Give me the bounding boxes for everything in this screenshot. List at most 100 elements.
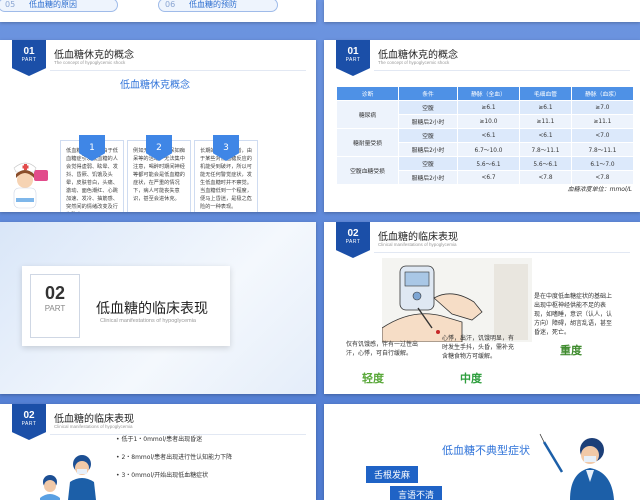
- slide-title: 低血糖的临床表现: [378, 232, 458, 243]
- unit-note: 血糖浓度单位：mmol/L: [567, 186, 632, 193]
- part-number: 02: [23, 410, 35, 421]
- severe-label: 重度: [560, 344, 582, 357]
- table-cell: 空腹: [398, 156, 458, 171]
- section-subtitle: Clinical manifestations of hypoglycemia: [100, 318, 196, 324]
- table-cell: ≥10.0: [456, 114, 521, 129]
- toc-pill-label: 低血糖的原因: [29, 0, 77, 9]
- symptom-tag: 舌根发麻: [366, 466, 419, 483]
- table-header-cell: 静脉（全血）: [456, 86, 521, 101]
- section-part-label: PART: [44, 304, 66, 313]
- mild-label: 轻度: [362, 372, 384, 385]
- table-header-cell: 毛细血管: [519, 86, 572, 101]
- table-header-cell: 诊断: [335, 86, 400, 101]
- table-cell: 糖耐量受损: [335, 128, 400, 157]
- table-cell: <7.8: [570, 170, 635, 185]
- slide-diagnosis-table[interactable]: 01 PART 低血糖休克的概念 The concept of hypoglyc…: [324, 40, 640, 212]
- part-label: PART: [21, 421, 37, 427]
- toc-pill-label: 低血糖的预防: [189, 0, 237, 9]
- part-tag: 02 PART: [12, 404, 46, 440]
- moderate-description: 心悸，出汗，饥饿明显，有时发生手抖，头昏，需补充含糖食物方可缓解。: [442, 335, 515, 360]
- table-cell: 服糖后2小时: [398, 142, 458, 157]
- table-cell: 5.6～6.1: [519, 156, 572, 171]
- toc-pill-06[interactable]: 06 低血糖的预防: [158, 0, 278, 12]
- symptom-tag: 言语不清: [390, 486, 443, 500]
- part-number: 01: [347, 46, 359, 57]
- table-cell: 5.6～6.1: [456, 156, 521, 171]
- table-cell: ≥7.0: [570, 100, 635, 115]
- level-item: • 3・0mmol/开始出现低血糖症状: [116, 472, 209, 479]
- table-cell: <6.7: [456, 170, 521, 185]
- part-tag: 01 PART: [336, 40, 370, 76]
- part-tag: 02 PART: [336, 222, 370, 258]
- part-label: PART: [345, 57, 361, 63]
- header-divider: [50, 70, 306, 71]
- table-cell: ≥6.1: [456, 100, 521, 115]
- table-cell: 服糖后2小时: [398, 114, 458, 129]
- part-label: PART: [21, 57, 37, 63]
- part-label: PART: [345, 239, 361, 245]
- nurse-with-syringe-illustration: [539, 433, 614, 500]
- slide-subtitle: Clinical manifestations of hypoglycemia: [378, 242, 457, 247]
- table-cell: <6.1: [456, 128, 521, 143]
- slide-title: 低血糖的临床表现: [54, 414, 134, 425]
- table-header-cell: 静脉（血浆）: [570, 86, 635, 101]
- mild-description: 仅有饥饿感，伴有一过性出汗，心悸，可自行缓解。: [346, 341, 419, 357]
- moderate-label: 中度: [460, 372, 482, 385]
- table-header-row: 诊断 条件 静脉（全血） 毛细血管 静脉（血浆）: [335, 86, 635, 101]
- nurse-illustration: [13, 162, 48, 209]
- level-item-text: 2・8mmol/患者出现进行性认知能力下降: [121, 454, 233, 461]
- table-row: 糖耐量受损 空腹 <6.1 <6.1 <7.0: [335, 128, 635, 157]
- level-item: • 2・8mmol/患者出现进行性认知能力下降: [116, 454, 233, 461]
- slide-subtitle: Clinical manifestations of hypoglycemia: [54, 424, 133, 429]
- slide-glucose-levels[interactable]: 02 PART 低血糖的临床表现 Clinical manifestations…: [0, 404, 316, 500]
- toc-pill-number: 05: [5, 0, 16, 9]
- level-list: • 低于1・0mmol/患者出现昏迷 • 2・8mmol/患者出现进行性认知能力…: [116, 434, 232, 488]
- toc-pill-number: 06: [165, 0, 176, 9]
- table-cell: 空腹: [398, 128, 458, 143]
- slide-title: 低血糖休克的概念: [378, 50, 458, 61]
- slide-section-divider[interactable]: 02 PART 低血糖的临床表现 Clinical manifestations…: [0, 222, 316, 394]
- glucose-meter-illustration: [382, 258, 532, 342]
- slide-subtitle: The concept of hypoglycemic shock: [54, 60, 126, 65]
- table-cell: 空腹血糖受损: [335, 156, 400, 185]
- table-header-cell: 条件: [398, 86, 458, 101]
- table-cell: <6.1: [519, 128, 572, 143]
- part-tag: 01 PART: [12, 40, 46, 76]
- table-row: 糖尿病 空腹 ≥6.1 ≥6.1 ≥7.0: [335, 100, 635, 129]
- table-cell: <7.0: [570, 128, 635, 143]
- section-number: 02: [44, 283, 66, 303]
- table-cell: ≥6.1: [519, 100, 572, 115]
- doctor-illustration: [40, 455, 96, 500]
- slide-top-left[interactable]: 05 低血糖的原因 06 低血糖的预防: [0, 0, 316, 22]
- table-cell: <7.8: [519, 170, 572, 185]
- severe-description: 是在中度低血糖症状的基础上出现中枢神经供能不足的表现，如嗜睡，意识（认人，认方向…: [534, 293, 613, 336]
- slide-atypical-symptoms[interactable]: 低血糖不典型症状 舌根发麻 言语不清: [324, 404, 640, 500]
- slide-title: 低血糖休克的概念: [54, 50, 134, 61]
- part-number: 02: [347, 228, 359, 239]
- table-cell: 6.7～10.0: [456, 142, 521, 157]
- header-divider: [374, 70, 630, 71]
- table-cell: ≥11.1: [519, 114, 572, 129]
- table-cell: 服糖后2小时: [398, 170, 458, 185]
- table-cell: 7.8～11.1: [570, 142, 635, 157]
- table-row: 空腹血糖受损 空腹 5.6～6.1 5.6～6.1 6.1～7.0: [335, 156, 635, 185]
- table-cell: 糖尿病: [335, 100, 400, 129]
- section-heading: 低血糖休克概念: [120, 80, 190, 91]
- level-item-text: 低于1・0mmol/患者出现昏迷: [121, 436, 203, 443]
- table-cell: 6.1～7.0: [570, 156, 635, 171]
- diagnosis-table: 诊断 条件 静脉（全血） 毛细血管 静脉（血浆） 糖尿病 空腹 ≥6.1 ≥6.…: [335, 86, 635, 185]
- slide-concept-cards[interactable]: 01 PART 低血糖休克的概念 The concept of hypoglyc…: [0, 40, 316, 212]
- slide-subtitle: The concept of hypoglycemic shock: [378, 60, 450, 65]
- slide-heading: 低血糖不典型症状: [442, 444, 530, 457]
- table-cell: ≥11.1: [570, 114, 635, 129]
- part-number: 01: [23, 46, 35, 57]
- level-item-text: 3・0mmol/开始出现低血糖症状: [121, 472, 209, 479]
- table-cell: 7.8～11.1: [519, 142, 572, 157]
- table-cell: 空腹: [398, 100, 458, 115]
- slide-top-right[interactable]: [324, 0, 640, 22]
- section-title: 低血糖的临床表现: [96, 301, 208, 317]
- slide-clinical-severity[interactable]: 02 PART 低血糖的临床表现 Clinical manifestations…: [324, 222, 640, 394]
- header-divider: [374, 252, 630, 253]
- level-item: • 低于1・0mmol/患者出现昏迷: [116, 436, 203, 443]
- toc-pill-05[interactable]: 05 低血糖的原因: [0, 0, 118, 12]
